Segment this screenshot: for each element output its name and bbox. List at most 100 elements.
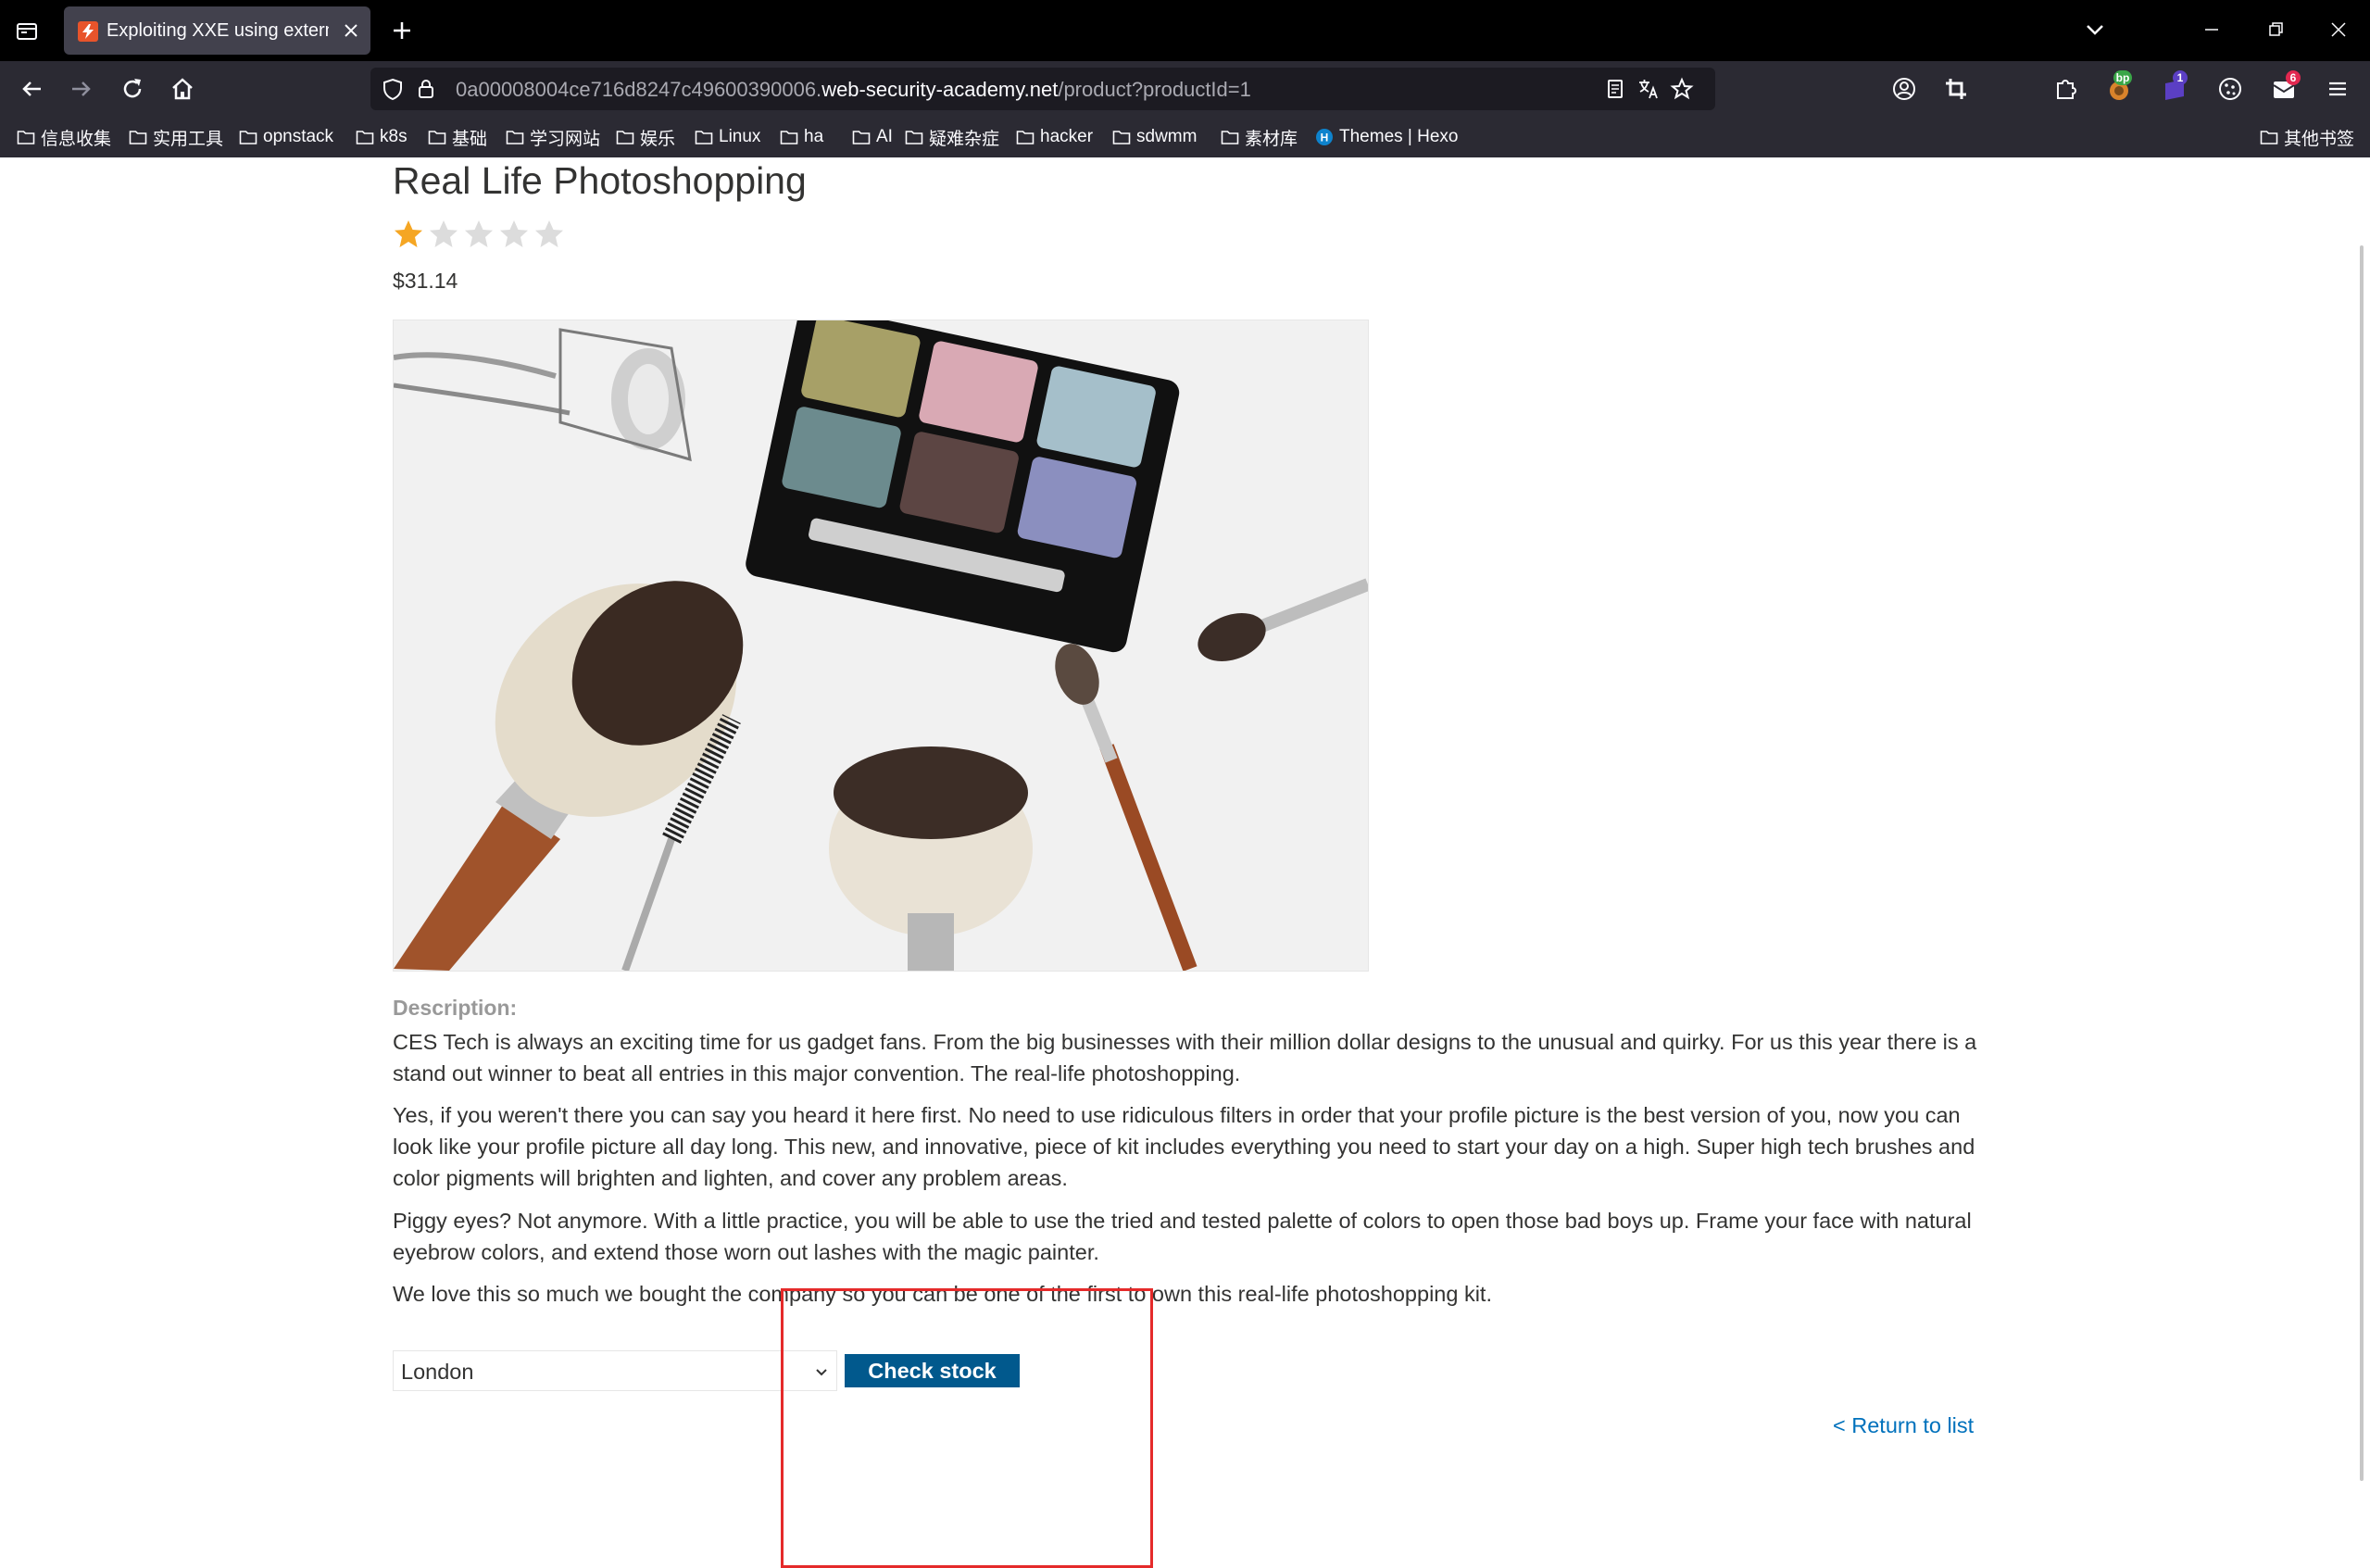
description-label: Description:: [393, 996, 518, 1020]
burp-badge: bp: [2113, 70, 2132, 85]
bookmark-label: AI: [876, 127, 893, 146]
bookmark-label: 疑难杂症: [929, 129, 1000, 149]
forward-icon[interactable]: [67, 74, 96, 104]
lightning-favicon-icon: [78, 21, 98, 42]
star-empty-icon: [465, 220, 493, 247]
restore-icon[interactable]: [2263, 17, 2288, 43]
bookmark-folder[interactable]: hacker: [1016, 125, 1093, 149]
bookmark-folder[interactable]: sdwmm: [1112, 125, 1197, 149]
bookmark-label: k8s: [380, 127, 408, 146]
crop-screenshot-icon[interactable]: [1941, 74, 1971, 104]
bookmark-label: 学习网站: [530, 129, 601, 149]
bookmark-folder[interactable]: k8s: [356, 125, 408, 149]
return-to-list-link[interactable]: < Return to list: [1833, 1413, 1974, 1438]
folder-icon: [780, 131, 798, 144]
bookmark-label: hacker: [1040, 127, 1094, 146]
description-paragraph: Yes, if you weren't there you can say yo…: [393, 1103, 1975, 1190]
star-filled-icon: [395, 220, 422, 247]
bookmark-folder[interactable]: opnstack: [239, 125, 333, 149]
bookmark-label: 信息收集: [41, 129, 112, 149]
list-all-tabs-icon[interactable]: [2082, 17, 2108, 43]
folder-icon: [428, 131, 446, 144]
folder-icon: [506, 131, 524, 144]
folder-icon: [1221, 131, 1239, 144]
new-tab-icon[interactable]: [389, 18, 415, 44]
folder-icon: [616, 131, 634, 144]
translate-icon[interactable]: [1636, 76, 1662, 102]
other-bookmarks-folder[interactable]: 其他书签: [2260, 125, 2354, 149]
url-text[interactable]: 0a00008004ce716d8247c49600390006.web-sec…: [456, 78, 1251, 102]
bookmark-label: Themes | Hexo: [1339, 127, 1459, 146]
reload-icon[interactable]: [118, 74, 147, 104]
bookmark-label: 实用工具: [153, 129, 224, 149]
product-price: $31.14: [393, 269, 458, 293]
bookmark-folder[interactable]: AI: [852, 125, 893, 149]
bookmarks-bar: 其他书签 信息收集 实用工具 opnstack k8s 基础 学习网站 娱乐 Linux ha A…: [0, 117, 2370, 157]
url-path: /product?productId=1: [1058, 78, 1251, 101]
home-icon[interactable]: [168, 74, 197, 104]
folder-icon: [1016, 131, 1035, 144]
store-select-value: London: [401, 1360, 474, 1384]
bookmark-folder[interactable]: Linux: [695, 125, 760, 149]
star-empty-icon: [500, 220, 528, 247]
bookmark-folder[interactable]: 素材库: [1221, 125, 1298, 149]
purple-extension-badge: 1: [2173, 70, 2188, 85]
reader-view-icon[interactable]: [1602, 76, 1628, 102]
hamburger-menu-icon[interactable]: [2323, 74, 2352, 104]
purple-extension-icon[interactable]: 1: [2160, 70, 2189, 104]
url-prefix: 0a00008004ce716d8247c49600390006.: [456, 78, 822, 101]
back-icon[interactable]: [17, 74, 46, 104]
hexo-favicon-icon: H: [1316, 129, 1333, 145]
bookmark-folder[interactable]: 学习网站: [506, 125, 600, 149]
bookmark-folder[interactable]: ha: [780, 125, 823, 149]
bookmark-star-icon[interactable]: [1669, 76, 1695, 102]
url-bar[interactable]: 0a00008004ce716d8247c49600390006.web-sec…: [370, 68, 1715, 110]
star-empty-icon: [430, 220, 458, 247]
folder-icon: [129, 131, 147, 144]
tab-title: Exploiting XXE using external: [107, 20, 329, 41]
extensions-puzzle-icon[interactable]: [2050, 74, 2080, 104]
folder-icon: [852, 131, 871, 144]
tab-active[interactable]: Exploiting XXE using external: [64, 6, 370, 55]
bookmark-label: 基础: [452, 129, 488, 149]
star-rating: [393, 219, 565, 250]
browser-chrome: Exploiting XXE using external 0a00008004…: [0, 0, 2370, 157]
folder-icon: [905, 131, 923, 144]
firefox-view-icon[interactable]: [13, 17, 41, 44]
burp-proxy-extension-icon[interactable]: bp: [2104, 70, 2134, 104]
store-select[interactable]: London: [393, 1350, 837, 1391]
bookmark-folder[interactable]: 娱乐: [616, 125, 675, 149]
bookmark-hexo[interactable]: H Themes | Hexo: [1315, 125, 1458, 149]
account-icon[interactable]: [1889, 74, 1919, 104]
mail-badge: 6: [2286, 70, 2301, 85]
close-tab-icon[interactable]: [340, 19, 362, 42]
tab-strip: Exploiting XXE using external: [0, 0, 2370, 61]
highlight-annotation-box: [781, 1288, 1153, 1568]
url-host: web-security-academy.net: [821, 78, 1059, 101]
bookmark-folder[interactable]: 基础: [428, 125, 487, 149]
star-empty-icon: [535, 220, 563, 247]
minimize-icon[interactable]: [2199, 17, 2225, 43]
folder-icon: [1112, 131, 1131, 144]
bookmark-folder[interactable]: 实用工具: [129, 125, 223, 149]
cookie-extension-icon[interactable]: [2215, 74, 2245, 104]
description-paragraph: Piggy eyes? Not anymore. With a little p…: [393, 1209, 1972, 1264]
folder-icon: [695, 131, 713, 144]
bookmark-folder[interactable]: 信息收集: [17, 125, 111, 149]
product-image: [393, 320, 1369, 972]
check-stock-button[interactable]: Check stock: [845, 1354, 1020, 1387]
navigation-bar: 0a00008004ce716d8247c49600390006.web-sec…: [0, 61, 2370, 117]
close-window-icon[interactable]: [2326, 17, 2351, 43]
bookmark-folder[interactable]: 疑难杂症: [905, 125, 999, 149]
page-scrollbar[interactable]: [2360, 245, 2364, 1481]
page-content: Real Life Photoshopping $31.14 Descripti…: [0, 157, 2370, 1568]
bookmark-label: 其他书签: [2284, 129, 2355, 149]
bookmark-label: opnstack: [263, 127, 334, 146]
folder-icon: [17, 131, 35, 144]
description-paragraph: We love this so much we bought the compa…: [393, 1282, 1492, 1306]
tracking-protection-shield-icon[interactable]: [380, 76, 406, 102]
folder-icon: [239, 131, 257, 144]
mail-extension-icon[interactable]: 6: [2269, 70, 2301, 104]
lock-icon[interactable]: [413, 76, 439, 102]
folder-icon: [356, 131, 374, 144]
